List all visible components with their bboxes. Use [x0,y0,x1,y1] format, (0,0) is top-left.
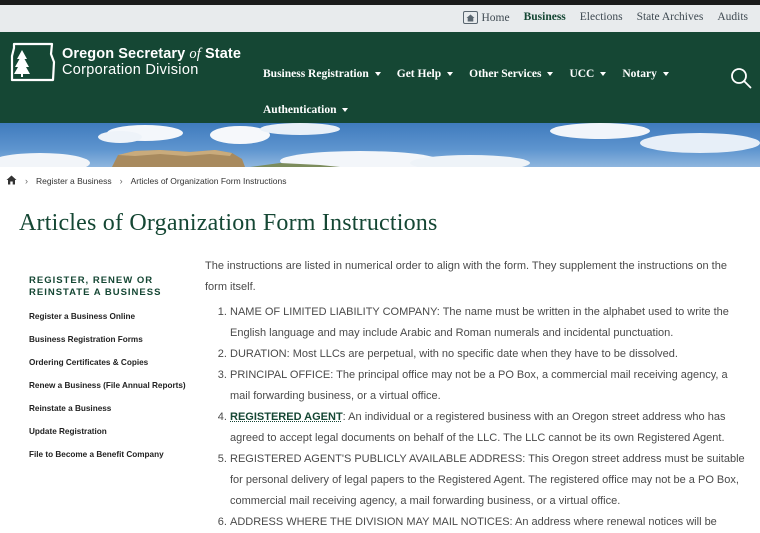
instruction-item: PRINCIPAL OFFICE: The principal office m… [230,365,745,407]
sidebar-item-registration-forms[interactable]: Business Registration Forms [29,335,189,345]
utility-bar: Home Business Elections State Archives A… [0,5,760,33]
sidebar-item-reinstate[interactable]: Reinstate a Business [29,404,189,414]
caret-down-icon [662,72,669,76]
sidebar-item-renew-business[interactable]: Renew a Business (File Annual Reports) [29,381,189,391]
instruction-item: NAME OF LIMITED LIABILITY COMPANY: The n… [230,302,745,344]
breadcrumb: › Register a Business › Articles of Orga… [6,175,286,187]
caret-down-icon [342,108,349,112]
nav-notary[interactable]: Notary [622,68,669,80]
instructions-list: NAME OF LIMITED LIABILITY COMPANY: The n… [205,302,745,533]
oregon-state-icon [10,42,56,82]
sidebar-item-update-registration[interactable]: Update Registration [29,427,189,437]
nav-other-services[interactable]: Other Services [469,68,554,80]
utility-elections-link[interactable]: Elections [580,11,623,24]
page-title: Articles of Organization Form Instructio… [19,210,438,236]
nav-authentication[interactable]: Authentication [263,104,349,116]
search-icon [731,68,752,89]
sidebar-item-ordering-certificates[interactable]: Ordering Certificates & Copies [29,358,189,368]
utility-business-link[interactable]: Business [524,11,566,24]
logo-line2: Corporation Division [62,62,199,78]
chevron-right-icon: › [25,176,28,186]
utility-audits-link[interactable]: Audits [717,11,748,24]
sidebar-nav: Register a Business Online Business Regi… [29,312,189,473]
main-nav: Business Registration Get Help Other Ser… [263,56,703,128]
sidebar-item-register-online[interactable]: Register a Business Online [29,312,189,322]
utility-state-archives-link[interactable]: State Archives [637,11,704,24]
caret-down-icon [547,72,554,76]
main-content: The instructions are listed in numerical… [205,256,745,533]
nav-ucc[interactable]: UCC [569,68,607,80]
instruction-item: ADDRESS WHERE THE DIVISION MAY MAIL NOTI… [230,512,745,533]
breadcrumb-register-business[interactable]: Register a Business [36,176,112,186]
caret-down-icon [374,72,381,76]
home-icon [463,11,479,24]
utility-home-label: Home [481,11,510,24]
sidebar-heading: REGISTER, RENEW OR REINSTATE A BUSINESS [29,275,162,298]
utility-home-link[interactable]: Home [463,11,510,24]
logo-line1: Oregon Secretary of State [62,46,241,62]
masthead: Oregon Secretary of State Corporation Di… [0,32,760,123]
site-logo[interactable]: Oregon Secretary of State Corporation Di… [10,42,241,82]
caret-down-icon [600,72,607,76]
home-icon [6,175,17,185]
breadcrumb-home-link[interactable] [6,175,17,187]
instruction-item: REGISTERED AGENT: An individual or a reg… [230,407,745,449]
breadcrumb-current: Articles of Organization Form Instructio… [130,176,287,186]
chevron-right-icon: › [119,176,123,186]
hero-banner-image [0,123,760,167]
nav-get-help[interactable]: Get Help [397,68,454,80]
caret-down-icon [447,72,454,76]
sidebar-item-benefit-company[interactable]: File to Become a Benefit Company [29,450,189,460]
instruction-item: DURATION: Most LLCs are perpetual, with … [230,344,745,365]
search-button[interactable] [730,67,752,89]
intro-paragraph: The instructions are listed in numerical… [205,260,727,293]
utility-links: Home Business Elections State Archives A… [463,11,748,24]
instruction-item: REGISTERED AGENT'S PUBLICLY AVAILABLE AD… [230,449,745,512]
nav-business-registration[interactable]: Business Registration [263,68,381,80]
registered-agent-link[interactable]: REGISTERED AGENT [230,411,343,423]
